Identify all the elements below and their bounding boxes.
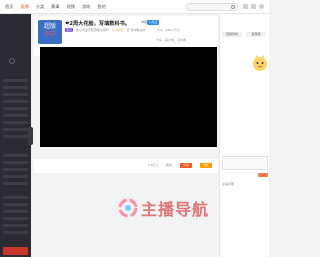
sidebar-item[interactable] <box>3 231 28 234</box>
download-icon[interactable] <box>251 4 256 9</box>
level-badge: 宝贝 <box>65 28 74 32</box>
gift-button[interactable]: 送礼 <box>200 163 212 168</box>
watermark-logo-icon <box>118 198 138 218</box>
sidebar-logo[interactable] <box>3 56 28 66</box>
room-meta: 宝贝 我心光皇天知府前小孩杆 123.0万 日 京中新主方 <box>65 28 146 32</box>
search-icon[interactable] <box>231 5 235 9</box>
sidebar-promo-button[interactable] <box>3 247 28 255</box>
share-link[interactable]: 分享 <box>156 38 162 42</box>
watermark: 主播导航 <box>118 196 209 220</box>
room-actions: 分享 客户端 手机看 <box>156 38 186 42</box>
watermark-text: 主播导航 <box>141 200 210 219</box>
sidebar-item[interactable] <box>3 93 28 96</box>
sidebar-item[interactable] <box>3 114 28 117</box>
user-avatar[interactable] <box>259 4 264 9</box>
follow-button[interactable]: +关注 <box>147 20 159 25</box>
sidebar-item[interactable] <box>3 224 28 227</box>
sidebar-item[interactable] <box>3 86 28 89</box>
share-button[interactable]: 分享 <box>180 163 192 168</box>
mascot-icon <box>253 55 267 71</box>
nav-games[interactable]: 游戏 <box>82 4 90 10</box>
sidebar-item[interactable] <box>3 175 28 178</box>
video-player[interactable] <box>40 47 217 147</box>
likes-count: ♡ 5.9 <box>154 28 163 32</box>
left-sidebar <box>0 14 31 257</box>
nav-video[interactable]: 视频 <box>67 4 75 10</box>
send-button[interactable] <box>258 173 268 177</box>
client-link[interactable]: 客户端 <box>165 38 174 42</box>
sidebar-item[interactable] <box>3 182 28 185</box>
sidebar-item[interactable] <box>3 121 28 124</box>
sidebar-item[interactable] <box>3 128 28 131</box>
right-panel: 贡献周榜 贵宾席 主播声明 <box>219 14 269 257</box>
room-category[interactable]: 我心光皇天知府前小孩杆 <box>76 28 109 32</box>
nav-forum[interactable]: 鱼吧 <box>97 4 105 10</box>
sidebar-item[interactable] <box>3 203 28 206</box>
sidebar-item[interactable] <box>3 154 28 157</box>
hot-count: 123.0万 <box>112 28 124 32</box>
nav-category[interactable]: 分类 <box>36 4 44 10</box>
main-content: 超版 伞中 ❤2周大花脸，写填数科书。 举报 +关注 宝贝 我心光皇天知府前小孩… <box>34 14 218 257</box>
nav-home[interactable]: 首页 <box>5 4 13 10</box>
search-input[interactable] <box>186 3 238 11</box>
viewer-count: 105.1万人 <box>165 28 181 32</box>
sidebar-item[interactable] <box>3 100 28 103</box>
chat-input[interactable] <box>222 156 268 170</box>
sidebar-item[interactable] <box>3 135 28 138</box>
tab-weekly-rank[interactable]: 贡献周榜 <box>222 32 242 37</box>
profile-icon <box>9 58 15 64</box>
sidebar-item[interactable] <box>3 210 28 213</box>
room-avatar[interactable]: 超版 伞中 <box>38 20 62 44</box>
sidebar-item[interactable] <box>3 107 28 110</box>
main-nav: 首页 直播 分类 赛事 视频 游戏 鱼吧 <box>5 4 106 10</box>
avatar-text-bottom: 伞中 <box>43 31 56 38</box>
sidebar-item[interactable] <box>3 161 28 164</box>
sidebar-item[interactable] <box>3 217 28 220</box>
avatar-text-top: 超版 <box>43 23 56 30</box>
sidebar-item[interactable] <box>3 79 28 82</box>
nav-live[interactable]: 直播 <box>20 4 28 10</box>
room-stats: ♡ 5.9 105.1万人 <box>154 28 180 32</box>
viewer-count-label: 6.6万人 <box>148 163 159 167</box>
sidebar-item[interactable] <box>3 168 28 171</box>
fans-label[interactable]: 粉丝 <box>166 163 172 167</box>
room-title: ❤2周大花脸，写填数科书。 <box>65 21 131 27</box>
sidebar-collapse-handle[interactable] <box>28 127 33 145</box>
tab-vip-seats[interactable]: 贵宾席 <box>246 32 266 37</box>
history-icon[interactable] <box>243 4 248 9</box>
player-toolbar: 6.6万人 分享 送礼 粉丝 <box>34 159 218 173</box>
mobile-link[interactable]: 手机看 <box>177 38 186 42</box>
sidebar-item[interactable] <box>3 196 28 199</box>
streamer-notice[interactable]: 主播声明 <box>222 182 234 186</box>
nav-events[interactable]: 赛事 <box>51 4 59 10</box>
room-tag: 日 京中新主方 <box>126 28 146 32</box>
top-navbar: 首页 直播 分类 赛事 视频 游戏 鱼吧 <box>0 0 269 14</box>
